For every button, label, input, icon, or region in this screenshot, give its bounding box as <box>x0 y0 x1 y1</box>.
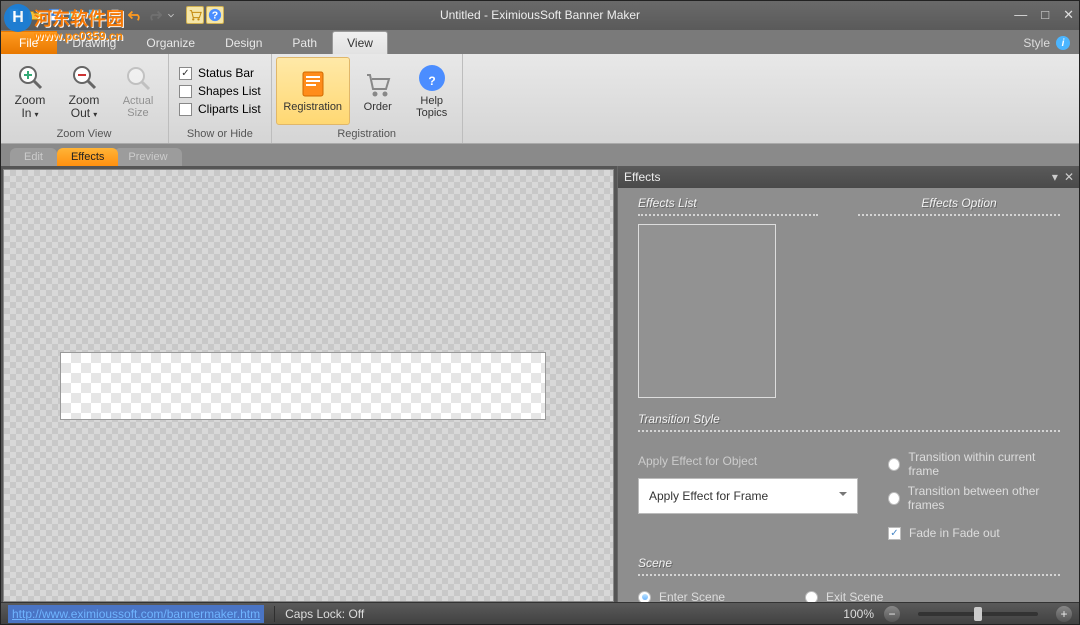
qat-image-icon[interactable] <box>86 6 104 24</box>
group-zoom-label: Zoom View <box>4 126 164 143</box>
slider-thumb[interactable] <box>974 607 982 621</box>
close-button[interactable]: ✕ <box>1063 7 1074 23</box>
statusbar-checkbox[interactable]: ✓Status Bar <box>179 66 261 80</box>
qat-save-icon[interactable] <box>46 6 64 24</box>
trans-between-radio[interactable]: Transition between other frames <box>888 484 1060 512</box>
cart-icon <box>363 69 393 99</box>
banner-canvas[interactable] <box>60 352 546 420</box>
actual-size-button: Actual Size <box>112 57 164 125</box>
tab-file[interactable]: File <box>0 31 57 54</box>
maximize-button[interactable]: □ <box>1041 7 1049 23</box>
transition-style-header: Transition Style <box>638 412 1060 430</box>
panel-close-icon[interactable]: ✕ <box>1064 170 1074 184</box>
zoom-out-button[interactable]: Zoom Out ▾ <box>58 57 110 125</box>
svg-text:?: ? <box>212 10 218 22</box>
doc-tab-effects[interactable]: Effects <box>57 148 118 166</box>
style-label: Style <box>1023 36 1050 50</box>
svg-text:?: ? <box>428 74 435 88</box>
scene-header: Scene <box>638 556 1060 574</box>
qat-redo-icon[interactable] <box>146 6 164 24</box>
shapeslist-checkbox[interactable]: Shapes List <box>179 84 261 98</box>
help-icon: ? <box>417 63 447 93</box>
order-button[interactable]: Order <box>352 57 404 125</box>
exit-scene-label: Exit Scene <box>826 590 883 602</box>
title-bar: ? Untitled - EximiousSoft Banner Maker —… <box>0 0 1080 30</box>
effects-list-header: Effects List <box>638 196 818 214</box>
status-bar: http://www.eximioussoft.com/bannermaker.… <box>0 602 1080 625</box>
info-icon[interactable]: i <box>1056 36 1070 50</box>
fade-label: Fade in Fade out <box>909 526 1000 540</box>
qat-new-icon[interactable] <box>6 6 24 24</box>
document-tabs: Edit Effects Preview <box>0 144 1080 166</box>
clipartslist-check-label: Cliparts List <box>198 102 261 116</box>
zoom-in-label: Zoom In <box>15 93 46 120</box>
exit-scene-radio[interactable]: Exit Scene <box>805 590 883 602</box>
qat-dropdown-icon[interactable] <box>166 6 176 24</box>
qat-export-icon[interactable] <box>66 6 84 24</box>
apply-effect-dropdown[interactable]: Apply Effect for Frame <box>638 478 858 514</box>
zoom-value: 100% <box>843 607 874 621</box>
effects-listbox[interactable] <box>638 224 776 398</box>
tab-design[interactable]: Design <box>210 31 277 54</box>
registration-button[interactable]: Registration <box>276 57 350 125</box>
tab-organize[interactable]: Organize <box>131 31 210 54</box>
tab-view[interactable]: View <box>332 31 388 54</box>
zoom-slider[interactable] <box>918 612 1038 616</box>
statusbar-check-label: Status Bar <box>198 66 254 80</box>
doc-tab-preview[interactable]: Preview <box>114 148 181 166</box>
apply-object-label: Apply Effect for Object <box>638 454 858 468</box>
clipartslist-checkbox[interactable]: Cliparts List <box>179 102 261 116</box>
trans-between-label: Transition between other frames <box>908 484 1060 512</box>
caps-status: Caps Lock: Off <box>285 607 364 621</box>
tab-drawing[interactable]: Drawing <box>57 31 131 54</box>
main-area: Effects ▾ ✕ Effects List Effects Option … <box>0 166 1080 602</box>
zoom-minus-button[interactable]: − <box>884 606 900 622</box>
effects-option-header: Effects Option <box>858 196 1060 214</box>
panel-title-text: Effects <box>624 170 660 184</box>
ribbon-tabs: File Drawing Organize Design Path View S… <box>0 30 1080 54</box>
window-controls: — □ ✕ <box>1014 7 1074 23</box>
zoom-in-button[interactable]: Zoom In ▾ <box>4 57 56 125</box>
canvas-area[interactable] <box>0 166 618 602</box>
enter-scene-radio[interactable]: Enter Scene <box>638 590 725 602</box>
qat-undo-icon[interactable] <box>126 6 144 24</box>
minimize-button[interactable]: — <box>1014 7 1027 23</box>
fade-checkbox[interactable]: ✓Fade in Fade out <box>888 526 1060 540</box>
qat-cart-icon[interactable] <box>186 6 204 24</box>
enter-scene-label: Enter Scene <box>659 590 725 602</box>
panel-titlebar: Effects ▾ ✕ <box>618 166 1080 188</box>
group-zoom-view: Zoom In ▾ Zoom Out ▾ Actual Size Zoom Vi… <box>0 54 169 143</box>
group-show-label: Show or Hide <box>173 126 267 143</box>
doc-tab-edit[interactable]: Edit <box>10 148 57 166</box>
registration-label: Registration <box>283 101 342 113</box>
quick-access-toolbar: ? <box>6 6 224 24</box>
group-registration: Registration Order ? Help Topics Registr… <box>272 54 463 143</box>
group-reg-label: Registration <box>276 126 458 143</box>
zoom-out-icon <box>69 62 99 92</box>
help-button[interactable]: ? Help Topics <box>406 57 458 125</box>
order-label: Order <box>364 101 392 113</box>
style-menu[interactable]: Stylei <box>1013 32 1080 54</box>
help-label: Help Topics <box>416 95 447 119</box>
tab-path[interactable]: Path <box>277 31 332 54</box>
trans-within-radio[interactable]: Transition within current frame <box>888 450 1060 478</box>
group-show-hide: ✓Status Bar Shapes List Cliparts List Sh… <box>169 54 272 143</box>
qat-print-icon[interactable] <box>106 6 124 24</box>
shapeslist-check-label: Shapes List <box>198 84 261 98</box>
effects-panel: Effects ▾ ✕ Effects List Effects Option … <box>618 166 1080 602</box>
window-title: Untitled - EximiousSoft Banner Maker <box>440 8 640 22</box>
dropdown-value: Apply Effect for Frame <box>649 489 768 503</box>
status-link[interactable]: http://www.eximioussoft.com/bannermaker.… <box>8 605 264 623</box>
qat-open-icon[interactable] <box>26 6 44 24</box>
qat-help-icon[interactable]: ? <box>206 6 224 24</box>
panel-menu-icon[interactable]: ▾ <box>1052 170 1058 184</box>
actual-size-label: Actual Size <box>123 95 154 119</box>
registration-icon <box>298 69 328 99</box>
actual-size-icon <box>123 63 153 93</box>
zoom-plus-button[interactable]: + <box>1056 606 1072 622</box>
trans-within-label: Transition within current frame <box>908 450 1060 478</box>
ribbon: Zoom In ▾ Zoom Out ▾ Actual Size Zoom Vi… <box>0 54 1080 144</box>
zoom-in-icon <box>15 62 45 92</box>
